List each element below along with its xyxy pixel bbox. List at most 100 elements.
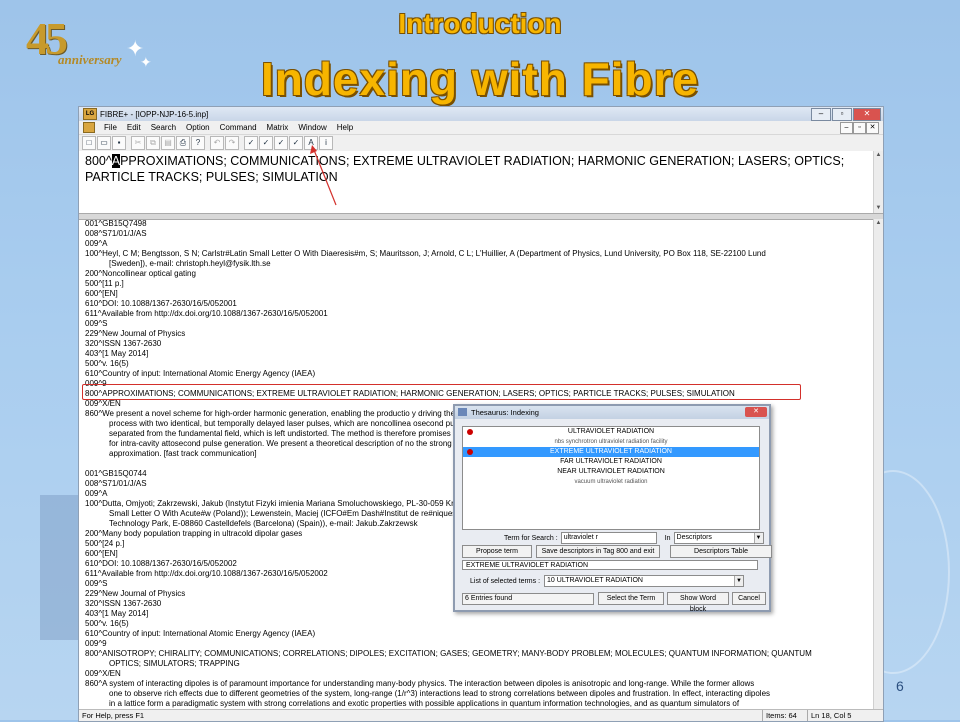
thesaurus-dialog: Thesaurus: Indexing ✕ ULTRAVIOLET RADIAT… <box>453 404 772 613</box>
open-icon[interactable]: ▭ <box>97 136 111 150</box>
record-line[interactable]: 009^S <box>85 319 873 329</box>
save-descriptors-button[interactable]: Save descriptors in Tag 800 and exit <box>536 545 660 558</box>
term-search-label: Term for Search : <box>504 534 558 542</box>
slide-subtitle: Introduction <box>398 8 562 39</box>
record-line[interactable]: 500^[11 p.] <box>85 279 873 289</box>
verify-icon[interactable]: ✓ <box>274 136 288 150</box>
marker-icon <box>467 449 473 455</box>
record-line[interactable]: 800^APPROXIMATIONS; COMMUNICATIONS; EXTR… <box>85 389 873 399</box>
propose-term-button[interactable]: Propose term <box>462 545 532 558</box>
help-icon[interactable]: ? <box>191 136 205 150</box>
record-line[interactable]: 229^New Journal of Physics <box>85 329 873 339</box>
dialog-close-button[interactable]: ✕ <box>745 407 767 417</box>
selected-term-field: EXTREME ULTRAVIOLET RADIATION <box>462 560 758 570</box>
record-line[interactable]: 001^GB15Q7498 <box>85 219 873 229</box>
menu-matrix[interactable]: Matrix <box>267 123 289 132</box>
save-icon[interactable]: ▪ <box>112 136 126 150</box>
record-line[interactable]: 009^X/EN <box>85 669 873 679</box>
check-icon[interactable]: ✓ <box>244 136 258 150</box>
thesaurus-term[interactable]: vacuum ultraviolet radiation <box>463 477 759 487</box>
record-line[interactable]: 610^Country of input: International Atom… <box>85 369 873 379</box>
footer-row: 6 Entries found Select the Term Show Wor… <box>462 592 766 613</box>
chevron-down-icon: ▼ <box>753 533 763 543</box>
page-number: 6 <box>896 678 904 694</box>
redo-icon[interactable]: ↷ <box>225 136 239 150</box>
record-line[interactable]: one to observe rich effects due to diffe… <box>85 689 873 699</box>
record-line[interactable]: 600^[EN] <box>85 289 873 299</box>
record-line[interactable]: 610^DOI: 10.1088/1367-2630/16/5/052001 <box>85 299 873 309</box>
in-select[interactable]: Descriptors ▼ <box>673 532 764 544</box>
status-items: Items: 64 <box>762 710 797 721</box>
window-title: FIBRE+ - [IOPP-NJP-16-5.inp] <box>100 109 209 119</box>
term-search-input[interactable]: ultraviolet r <box>560 532 657 544</box>
in-label: In <box>664 534 671 542</box>
record-line[interactable]: 100^Heyl, C M; Bengtsson, S N; Carlstr#L… <box>85 249 873 259</box>
menu-bar: File Edit Search Option Command Matrix W… <box>79 121 883 135</box>
maximize-button[interactable]: ▫ <box>832 108 852 121</box>
search-row: Term for Search : ultraviolet r In Descr… <box>462 532 764 544</box>
record-line[interactable]: 009^A <box>85 239 873 249</box>
close-button[interactable]: ✕ <box>853 108 881 121</box>
thesaurus-term[interactable]: NEAR ULTRAVIOLET RADIATION <box>463 467 759 477</box>
show-word-block-button[interactable]: Show Word block <box>667 592 729 613</box>
thesaurus-term-label: vacuum ultraviolet radiation <box>574 479 648 485</box>
doc-minimize-button[interactable]: – <box>840 122 853 134</box>
window-titlebar: LG FIBRE+ - [IOPP-NJP-16-5.inp] – ▫ ✕ <box>79 107 883 121</box>
record-line[interactable]: in a lattice form a paradigmatic system … <box>85 699 873 709</box>
app-icon: LG <box>83 108 97 120</box>
editor-scrollbar[interactable]: ▲ ▼ <box>873 151 883 213</box>
info-icon[interactable]: i <box>319 136 333 150</box>
menu-window[interactable]: Window <box>298 123 326 132</box>
minimize-button[interactable]: – <box>811 108 831 121</box>
new-icon[interactable]: □ <box>82 136 96 150</box>
cancel-button[interactable]: Cancel <box>732 592 766 605</box>
record-line[interactable]: 500^v. 16(5) <box>85 619 873 629</box>
slide-title: Indexing with Fibre <box>260 53 700 105</box>
selected-list-label: List of selected terms : <box>470 577 541 585</box>
cut-icon[interactable]: ✂ <box>131 136 145 150</box>
doc-close-button[interactable]: ✕ <box>866 122 879 134</box>
record-line[interactable]: 860^A system of interacting dipoles is o… <box>85 679 873 689</box>
thesaurus-term-list[interactable]: ULTRAVIOLET RADIATION nbs synchrotron ult… <box>462 426 760 530</box>
thesaurus-term[interactable]: FAR ULTRAVIOLET RADIATION <box>463 457 759 467</box>
status-help: For Help, press F1 <box>82 711 145 720</box>
menu-edit[interactable]: Edit <box>127 123 141 132</box>
record-line[interactable]: [Sweden]), e-mail: christoph.heyl@fysik.… <box>85 259 873 269</box>
thesaurus-term[interactable]: nbs synchrotron ultraviolet radiation fa… <box>463 437 759 447</box>
menu-help[interactable]: Help <box>337 123 353 132</box>
record-line[interactable]: 500^v. 16(5) <box>85 359 873 369</box>
menu-option[interactable]: Option <box>186 123 210 132</box>
text-cursor: A <box>111 154 121 168</box>
copy-icon[interactable]: ⧉ <box>146 136 160 150</box>
verify-all-icon[interactable]: ✓ <box>289 136 303 150</box>
descriptors-table-button[interactable]: Descriptors Table <box>670 545 772 558</box>
check-all-icon[interactable]: ✓ <box>259 136 273 150</box>
thesaurus-term[interactable]: ULTRAVIOLET RADIATION <box>463 427 759 437</box>
record-line[interactable]: 403^[1 May 2014] <box>85 349 873 359</box>
undo-icon[interactable]: ↶ <box>210 136 224 150</box>
record-line[interactable]: 611^Available from http://dx.doi.org/10.… <box>85 309 873 319</box>
doc-restore-button[interactable]: ▫ <box>853 122 866 134</box>
record-line[interactable]: 610^Country of input: International Atom… <box>85 629 873 639</box>
dialog-title: Thesaurus: Indexing <box>471 408 539 417</box>
select-term-button[interactable]: Select the Term <box>598 592 664 605</box>
menu-command[interactable]: Command <box>220 123 257 132</box>
a-icon[interactable]: A <box>304 136 318 150</box>
record-line[interactable]: 800^ANISOTROPY; CHIRALITY; COMMUNICATION… <box>85 649 873 659</box>
thesaurus-term[interactable]: EXTREME ULTRAVIOLET RADIATION <box>463 447 759 457</box>
records-scrollbar[interactable]: ▲ <box>873 219 883 711</box>
status-position: Ln 18, Col 5 <box>807 710 851 721</box>
record-line[interactable]: 320^ISSN 1367-2630 <box>85 339 873 349</box>
print-icon[interactable]: ⎙ <box>176 136 190 150</box>
menu-search[interactable]: Search <box>151 123 176 132</box>
dialog-titlebar: Thesaurus: Indexing ✕ <box>455 406 769 419</box>
paste-icon[interactable]: ▤ <box>161 136 175 150</box>
selected-terms-select[interactable]: 10 ULTRAVIOLET RADIATION ▼ <box>544 575 745 587</box>
record-line[interactable]: 009^9 <box>85 639 873 649</box>
record-line[interactable]: 008^S71/01/J/AS <box>85 229 873 239</box>
menu-file[interactable]: File <box>104 123 117 132</box>
record-line[interactable]: OPTICS; SIMULATORS; TRAPPING <box>85 659 873 669</box>
record-line[interactable]: 200^Noncollinear optical gating <box>85 269 873 279</box>
tag-editor[interactable]: 800^APPROXIMATIONS; COMMUNICATIONS; EXTR… <box>79 151 873 211</box>
record-line[interactable]: 009^9 <box>85 379 873 389</box>
